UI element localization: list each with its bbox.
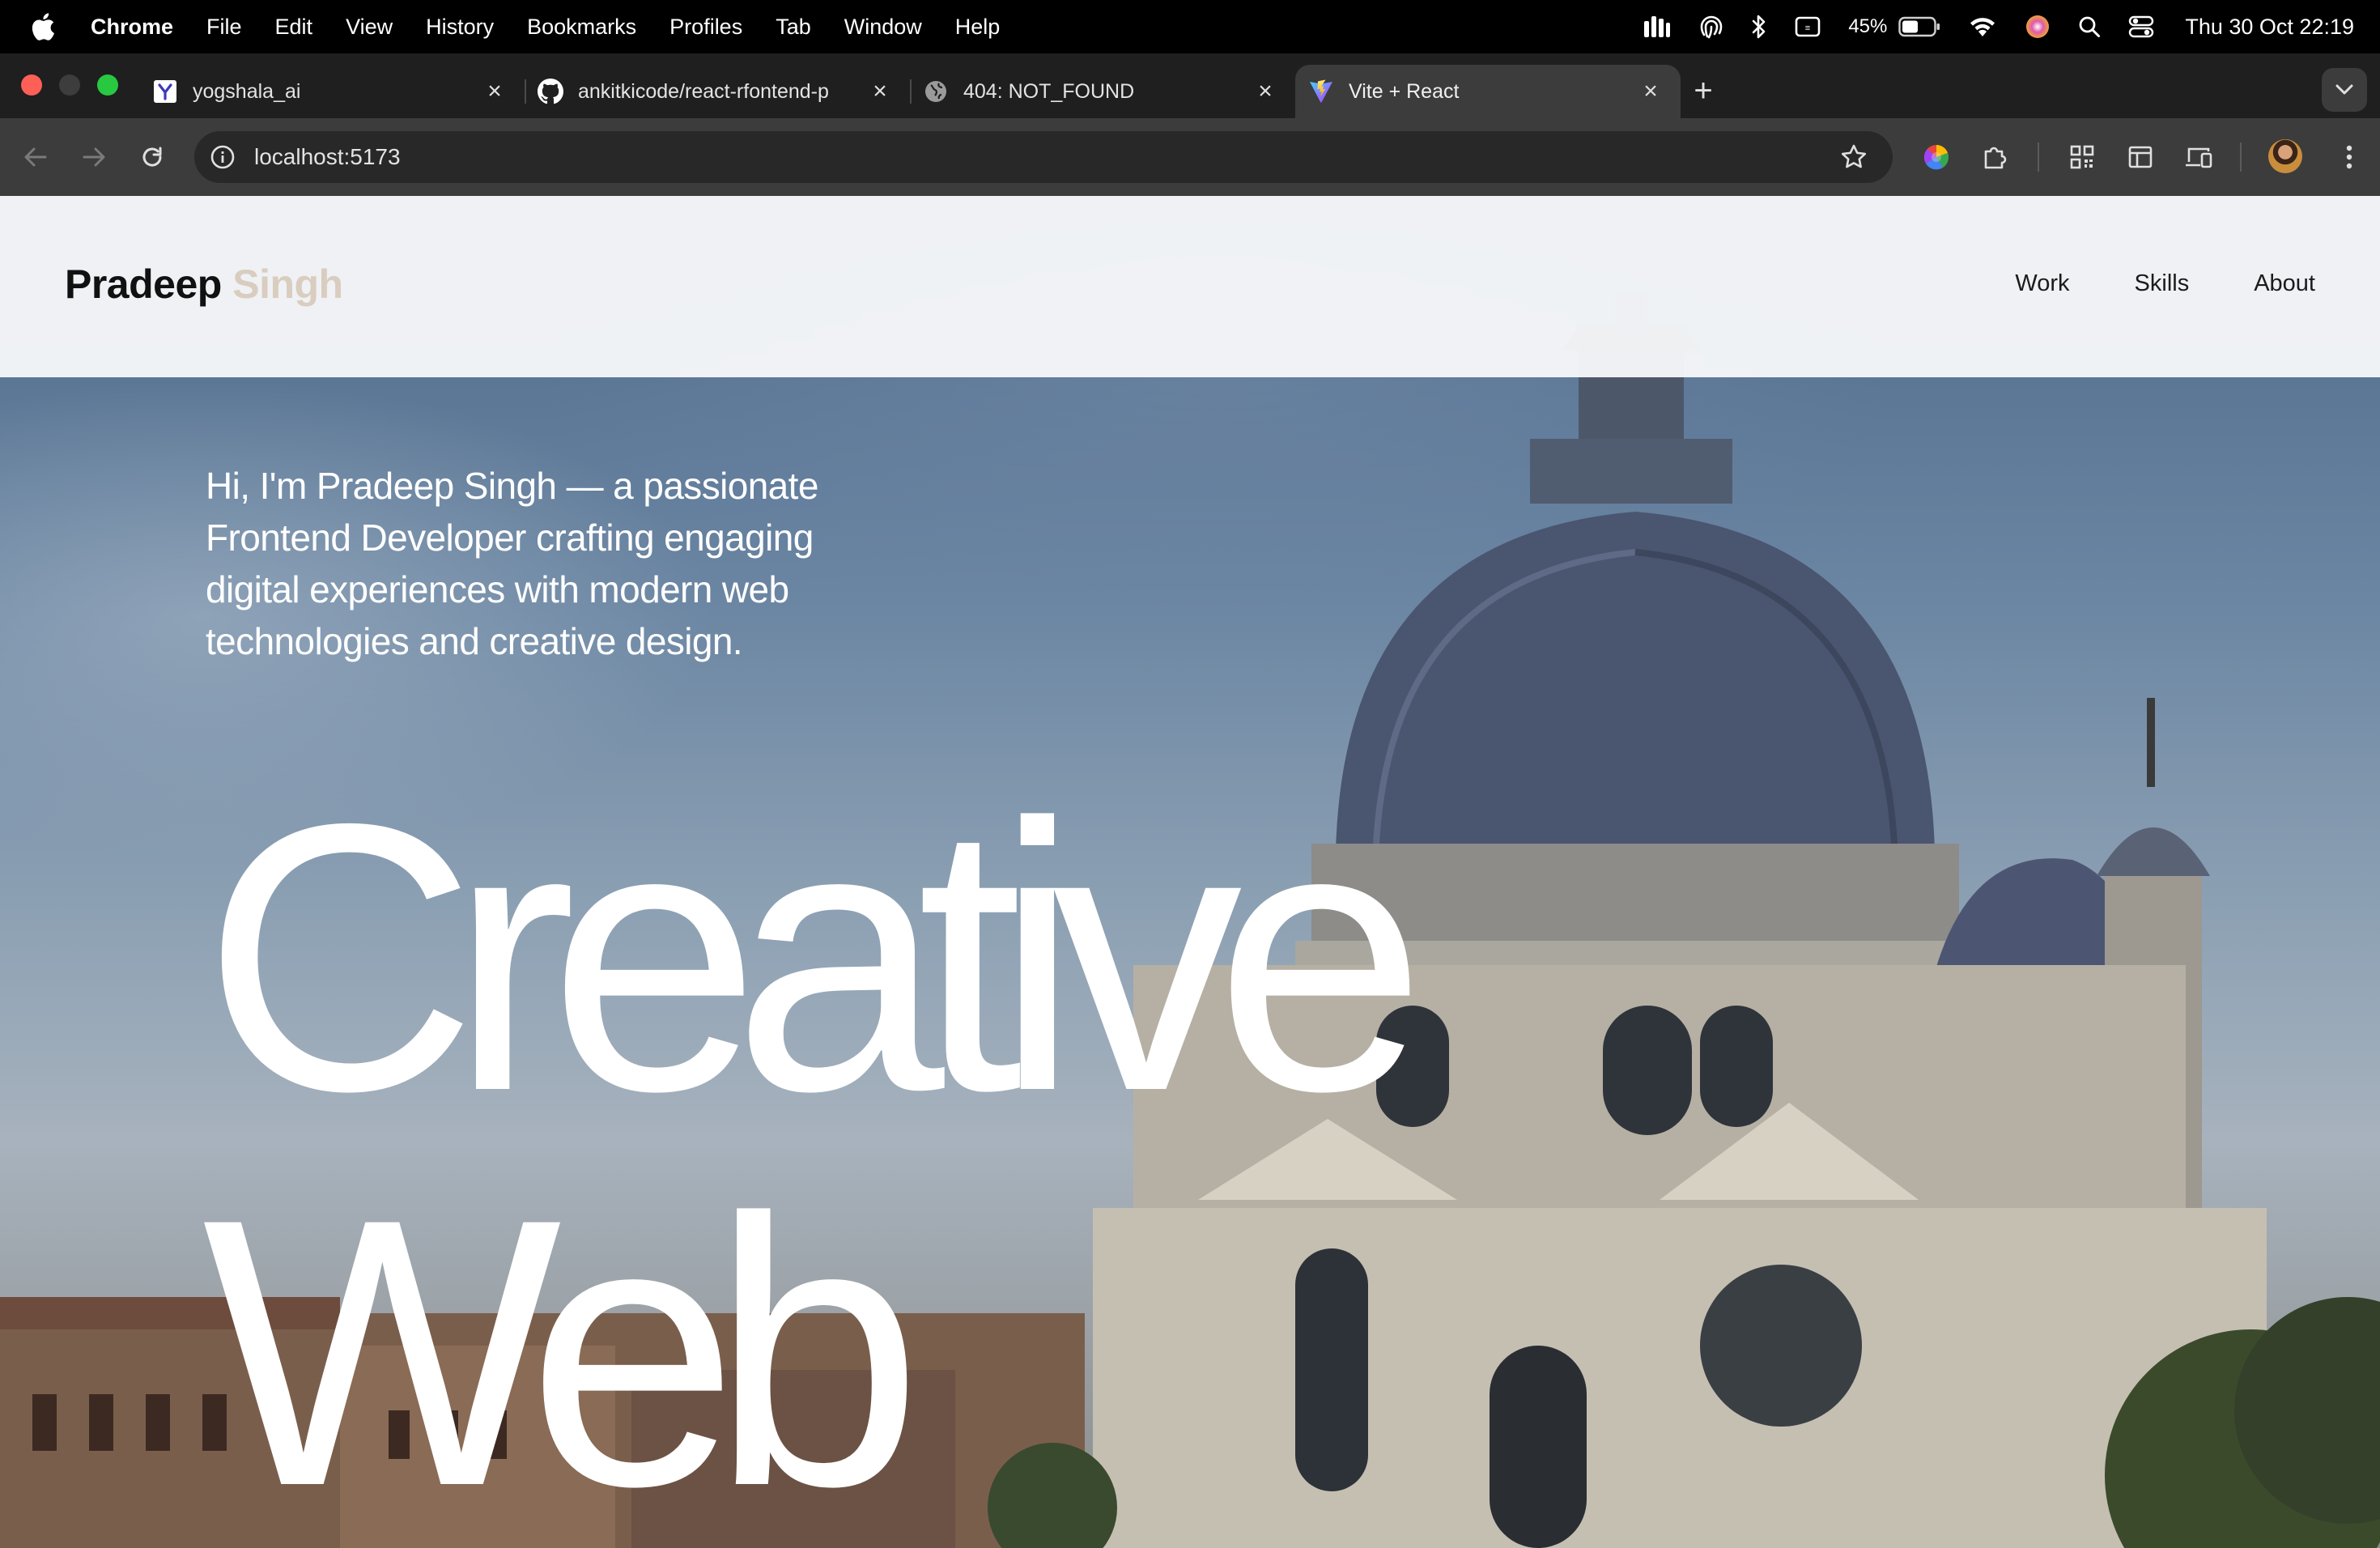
tab-title: yogshala_ai [193, 79, 301, 103]
reload-icon [142, 147, 162, 167]
page-viewport: Pradeep Singh Work Skills About Hi, I'm … [0, 196, 2380, 1548]
fingerprint-icon[interactable] [1699, 14, 1723, 40]
menu-help[interactable]: Help [955, 15, 1001, 40]
toolbar-separator [2240, 142, 2242, 172]
organ-pipes-icon[interactable] [1643, 15, 1672, 39]
tab-search-dropdown-button[interactable] [2322, 68, 2367, 112]
github-icon [538, 79, 563, 104]
forward-button[interactable] [74, 138, 113, 176]
tab-yogshala[interactable]: yogshala_ai × [139, 65, 525, 118]
tab-404[interactable]: 404: NOT_FOUND × [910, 65, 1295, 118]
close-tab-icon[interactable]: × [1638, 78, 1663, 104]
site-nav: Work Skills About [2015, 270, 2315, 297]
chevron-down-icon [2335, 84, 2353, 95]
menu-file[interactable]: File [206, 15, 242, 40]
url-text[interactable]: localhost:5173 [254, 144, 1836, 170]
display-mirroring-icon[interactable]: ≡ [1795, 15, 1821, 38]
hero-intro-text: Hi, I'm Pradeep Singh — a passionate Fro… [206, 465, 818, 662]
site-logo[interactable]: Pradeep Singh [65, 261, 343, 308]
control-center-icon[interactable] [2128, 15, 2154, 38]
nav-link-about[interactable]: About [2254, 270, 2315, 297]
profile-avatar[interactable] [2268, 139, 2302, 173]
menu-bookmarks[interactable]: Bookmarks [527, 15, 636, 40]
menu-app-name[interactable]: Chrome [91, 15, 173, 40]
hero-headline-line-1: Creative [202, 745, 1426, 1170]
macos-menu-bar: Chrome File Edit View History Bookmarks … [0, 0, 2380, 53]
menubar-clock[interactable]: Thu 30 Oct 22:19 [2185, 15, 2354, 40]
yogshala-favicon-icon [152, 79, 178, 104]
toolbar-separator [2038, 142, 2039, 172]
tab-vite-react[interactable]: Vite + React × [1295, 65, 1681, 118]
logo-first-name: Pradeep [65, 262, 222, 307]
reading-mode-icon[interactable] [2121, 138, 2160, 176]
vite-icon [1308, 79, 1334, 104]
menu-window[interactable]: Window [844, 15, 922, 40]
svg-text:≡: ≡ [1805, 23, 1810, 33]
siri-icon[interactable] [2025, 14, 2051, 40]
browser-toolbar: localhost:5173 [0, 118, 2380, 196]
hero-headline-line-2: Web [202, 1140, 923, 1548]
menu-tab[interactable]: Tab [776, 15, 811, 40]
forward-arrow-icon [83, 147, 105, 167]
logo-last-name: Singh [232, 262, 343, 307]
tab-list: yogshala_ai × ankitkicode/react-rfontend… [139, 65, 1681, 118]
battery-percent: 45% [1848, 15, 1888, 37]
minimize-window-button[interactable] [59, 74, 80, 96]
apple-logo-icon[interactable] [31, 11, 58, 43]
site-header: Pradeep Singh Work Skills About [0, 196, 2380, 377]
address-bar[interactable]: localhost:5173 [194, 131, 1893, 183]
reload-button[interactable] [133, 138, 172, 176]
tab-title: ankitkicode/react-rfontend-p [578, 79, 829, 103]
window-controls [21, 74, 118, 96]
devices-icon[interactable] [2179, 138, 2218, 176]
battery-icon[interactable] [1898, 16, 1940, 37]
browser-tab-strip: yogshala_ai × ankitkicode/react-rfontend… [0, 53, 2380, 118]
color-extension-icon[interactable] [1917, 138, 1956, 176]
close-tab-icon[interactable]: × [1253, 78, 1277, 104]
nav-link-skills[interactable]: Skills [2135, 270, 2190, 297]
bookmark-star-icon[interactable] [1836, 139, 1872, 175]
extensions-puzzle-icon[interactable] [1975, 138, 2014, 176]
menubar-status-area: ≡ 45% Thu 30 Oct 22:19 [1643, 0, 2354, 53]
tab-title: 404: NOT_FOUND [963, 79, 1135, 103]
globe-icon [923, 79, 949, 104]
tab-github-repo[interactable]: ankitkicode/react-rfontend-p × [525, 65, 910, 118]
spotlight-search-icon[interactable] [2078, 15, 2101, 38]
menu-view[interactable]: View [346, 15, 393, 40]
close-tab-icon[interactable]: × [868, 78, 892, 104]
wifi-icon[interactable] [1968, 15, 1997, 38]
back-arrow-icon [24, 147, 47, 167]
close-tab-icon[interactable]: × [482, 78, 507, 104]
nav-link-work[interactable]: Work [2015, 270, 2069, 297]
zoom-window-button[interactable] [97, 74, 118, 96]
menu-history[interactable]: History [426, 15, 494, 40]
qr-code-icon[interactable] [2063, 138, 2102, 176]
tab-title: Vite + React [1349, 79, 1460, 103]
menu-profiles[interactable]: Profiles [669, 15, 742, 40]
site-info-icon[interactable] [209, 143, 236, 171]
bluetooth-icon[interactable] [1751, 14, 1767, 40]
new-tab-button[interactable]: + [1685, 73, 1721, 108]
chrome-menu-icon[interactable] [2330, 138, 2369, 176]
menu-edit[interactable]: Edit [275, 15, 313, 40]
back-button[interactable] [16, 138, 55, 176]
close-window-button[interactable] [21, 74, 42, 96]
